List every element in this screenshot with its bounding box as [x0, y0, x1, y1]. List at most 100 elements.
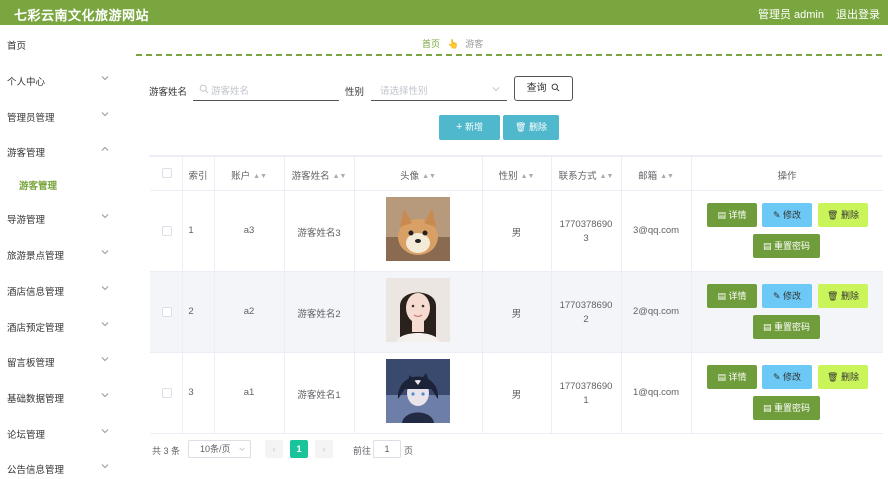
col-account[interactable]: 账户 ▲▼ — [214, 168, 284, 182]
column-divider — [354, 156, 355, 433]
breadcrumb-home[interactable]: 首页 — [422, 39, 440, 49]
sidebar-item-notice[interactable]: 公告信息管理 — [0, 452, 120, 479]
dog-photo — [386, 197, 450, 261]
sidebar-item-label: 酒店预定管理 — [7, 323, 65, 334]
sidebar-item-tourist[interactable]: 游客管理 — [0, 135, 120, 165]
delete-button[interactable]: 🗑 删除 — [818, 284, 868, 308]
gender-label: 性别 — [345, 87, 365, 98]
chevron-down-icon — [101, 76, 109, 81]
sort-icon: ▲▼ — [599, 173, 614, 180]
chevron-down-icon — [101, 357, 109, 362]
search-icon — [552, 83, 560, 92]
sidebar-item-scenic[interactable]: 旅游景点管理 — [0, 238, 120, 268]
row-phone: 1770378690 1 — [559, 381, 613, 406]
chevron-down-icon — [239, 447, 245, 451]
col-name[interactable]: 游客姓名 ▲▼ — [284, 168, 354, 182]
select-all-checkbox[interactable] — [162, 168, 172, 178]
sidebar-item-forum[interactable]: 论坛管理 — [0, 417, 120, 447]
woman-photo — [386, 278, 450, 342]
goto-label: 前往 — [353, 446, 372, 456]
col-ops: 操作 — [777, 171, 797, 182]
row-email: 3@qq.com — [632, 225, 680, 236]
detail-button[interactable]: ▤ 详情 — [707, 284, 757, 308]
query-label: 查询 — [526, 83, 547, 94]
goto-page-input[interactable]: 1 — [373, 440, 401, 458]
sidebar-item-label: 公告信息管理 — [7, 465, 65, 476]
breadcrumb-current: 游客 — [465, 39, 484, 49]
col-gender[interactable]: 性别 ▲▼ — [482, 168, 551, 182]
table-header: 索引 账户 ▲▼ 游客姓名 ▲▼ 头像 ▲▼ 性别 ▲▼ 联系方式 ▲▼ 邮箱 ▲▼ 操作 — [150, 156, 883, 191]
detail-button[interactable]: ▤ 详情 — [707, 365, 757, 389]
row-gender: 男 — [511, 309, 522, 320]
gender-select[interactable]: 请选择性别 — [371, 77, 507, 101]
reset-password-button[interactable]: ▤ 重置密码 — [753, 234, 820, 258]
pencil-icon: ✎ — [772, 372, 781, 382]
row-phone: 1770378690 2 — [559, 300, 613, 325]
sidebar-item-admin[interactable]: 管理员管理 — [0, 100, 120, 130]
col-index: 索引 — [188, 171, 208, 182]
col-avatar[interactable]: 头像 ▲▼ — [354, 168, 482, 182]
chevron-down-icon — [101, 393, 109, 398]
breadcrumb: 首页 👆 游客 — [422, 37, 483, 50]
row-gender: 男 — [511, 390, 522, 401]
gender-placeholder: 请选择性别 — [380, 86, 428, 97]
row-checkbox[interactable] — [162, 226, 172, 236]
row-index: 1 — [188, 225, 194, 236]
chevron-down-icon — [101, 286, 109, 291]
name-search-input[interactable]: 游客姓名 — [193, 77, 339, 101]
edit-button[interactable]: ✎ 修改 — [762, 365, 812, 389]
table-row: 3 a1 游客姓名1 男 1770378690 1 1@qq.com ▤ 详情 ✎… — [150, 353, 883, 434]
sidebar-subitem-tourist[interactable]: 游客管理 — [0, 168, 120, 198]
batch-delete-button[interactable]: 🗑 删除 — [503, 115, 559, 140]
sidebar-item-messages[interactable]: 留言板管理 — [0, 345, 120, 375]
row-account: a2 — [243, 306, 255, 317]
reset-password-button[interactable]: ▤ 重置密码 — [753, 315, 820, 339]
table-row: 1 a3 游客姓名3 男 1770378690 3 3@qq.com ▤ 详情 ✎… — [150, 191, 883, 272]
row-email: 1@qq.com — [632, 387, 680, 398]
pencil-icon: ✎ — [772, 291, 781, 301]
doc-icon: ▤ — [762, 403, 772, 413]
chevron-down-icon — [101, 464, 109, 469]
prev-page-button[interactable]: ‹ — [265, 440, 283, 458]
logout-link[interactable]: 退出登录 — [836, 6, 880, 22]
edit-button[interactable]: ✎ 修改 — [762, 203, 812, 227]
sidebar: 首页 个人中心 管理员管理 游客管理 游客管理 导游管理 旅游景点管理 酒店信息… — [0, 25, 120, 479]
sidebar-item-label: 留言板管理 — [7, 358, 55, 369]
row-checkbox[interactable] — [162, 307, 172, 317]
row-index: 2 — [188, 306, 194, 317]
query-button[interactable]: 查询 — [514, 76, 573, 101]
column-divider — [214, 156, 215, 433]
doc-icon: ▤ — [717, 210, 726, 220]
detail-button[interactable]: ▤ 详情 — [707, 203, 757, 227]
page-1-button[interactable]: 1 — [290, 440, 308, 458]
row-name: 游客姓名2 — [297, 309, 341, 320]
edit-button[interactable]: ✎ 修改 — [762, 284, 812, 308]
sidebar-item-hotel-booking[interactable]: 酒店预定管理 — [0, 310, 120, 340]
next-page-button[interactable]: › — [315, 440, 333, 458]
delete-button[interactable]: 🗑 删除 — [818, 365, 868, 389]
row-name: 游客姓名3 — [297, 228, 341, 239]
sidebar-item-home[interactable]: 首页 — [0, 28, 120, 58]
add-button[interactable]: + 新增 — [439, 115, 500, 140]
doc-icon: ▤ — [717, 291, 726, 301]
col-phone[interactable]: 联系方式 ▲▼ — [551, 168, 621, 182]
sidebar-item-hotel-info[interactable]: 酒店信息管理 — [0, 274, 120, 304]
sidebar-item-label: 个人中心 — [7, 77, 46, 88]
sidebar-item-label: 管理员管理 — [7, 113, 55, 124]
sort-icon: ▲▼ — [253, 173, 267, 180]
sidebar-item-guide[interactable]: 导游管理 — [0, 202, 120, 232]
sidebar-item-basic-data[interactable]: 基础数据管理 — [0, 381, 120, 411]
col-email[interactable]: 邮箱 ▲▼ — [621, 168, 691, 182]
reset-password-button[interactable]: ▤ 重置密码 — [753, 396, 820, 420]
row-checkbox[interactable] — [162, 388, 172, 398]
delete-button[interactable]: 🗑 删除 — [818, 203, 868, 227]
page-size-select[interactable]: 10条/页 — [188, 440, 251, 458]
row-gender: 男 — [511, 228, 522, 239]
sidebar-item-label: 导游管理 — [7, 215, 46, 226]
sidebar-item-personal[interactable]: 个人中心 — [0, 64, 120, 94]
name-search-placeholder: 游客姓名 — [211, 86, 250, 97]
divider — [136, 54, 882, 56]
page-size-value: 10条/页 — [200, 444, 231, 454]
chevron-up-icon — [101, 146, 109, 151]
doc-icon: ▤ — [717, 372, 726, 382]
